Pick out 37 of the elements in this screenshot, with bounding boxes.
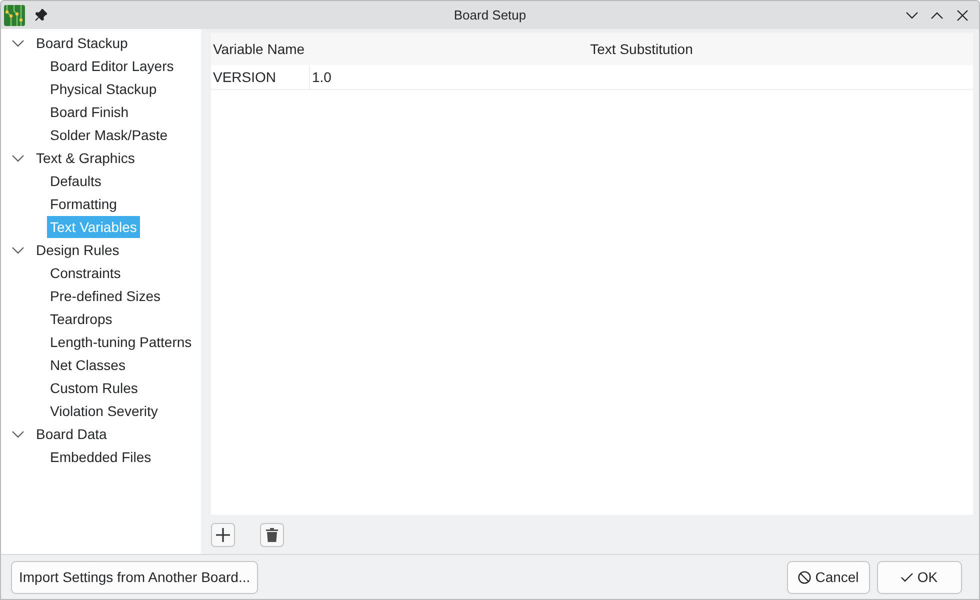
tree-item[interactable]: Board Editor Layers — [47, 54, 177, 76]
tree-item[interactable]: Length-tuning Patterns — [47, 330, 195, 352]
column-header[interactable]: Text Substitution — [310, 33, 973, 65]
tree-item[interactable]: Board Stackup — [33, 32, 131, 54]
tree-item[interactable]: Text & Graphics — [33, 146, 138, 168]
table-cell: VERSION — [211, 65, 310, 89]
pin-icon[interactable] — [35, 9, 47, 21]
tree-item[interactable]: Defaults — [47, 170, 104, 192]
tree-item[interactable]: Teardrops — [47, 308, 116, 330]
chevron-down-icon — [906, 12, 918, 18]
tree-item[interactable]: Constraints — [47, 262, 124, 284]
column-header[interactable]: Variable Name — [211, 33, 310, 65]
tree-item[interactable]: Violation Severity — [47, 400, 161, 422]
tree-item[interactable]: Custom Rules — [47, 376, 141, 398]
tree-item[interactable]: Board Finish — [47, 100, 132, 122]
trash-icon — [266, 528, 278, 542]
chevron-up-icon — [931, 12, 943, 18]
delete-row-button[interactable] — [260, 522, 284, 546]
table-cell-text: 1.0 — [311, 68, 332, 87]
import-settings-button[interactable]: Import Settings from Another Board... — [11, 560, 258, 594]
close-icon — [956, 10, 968, 20]
tree-item[interactable]: Design Rules — [33, 238, 122, 260]
window-title: Board Setup — [454, 8, 526, 22]
tree-item[interactable]: Physical Stackup — [47, 78, 160, 100]
tree-item[interactable]: Pre-defined Sizes — [47, 284, 164, 306]
cancel-button[interactable]: Cancel — [787, 560, 870, 594]
tree-item[interactable]: Embedded Files — [47, 446, 154, 468]
tree-item[interactable]: Solder Mask/Paste — [47, 124, 170, 146]
plus-icon — [216, 528, 230, 542]
circuit-board-icon — [4, 4, 25, 26]
cancel-icon — [798, 570, 812, 584]
tree-item[interactable]: Board Data — [33, 422, 110, 444]
tree-item[interactable]: Formatting — [47, 192, 120, 214]
checkmark-icon — [901, 572, 914, 582]
add-row-button[interactable] — [211, 522, 235, 546]
tree-item[interactable]: Net Classes — [47, 354, 128, 376]
ok-button[interactable]: OK — [877, 560, 962, 594]
